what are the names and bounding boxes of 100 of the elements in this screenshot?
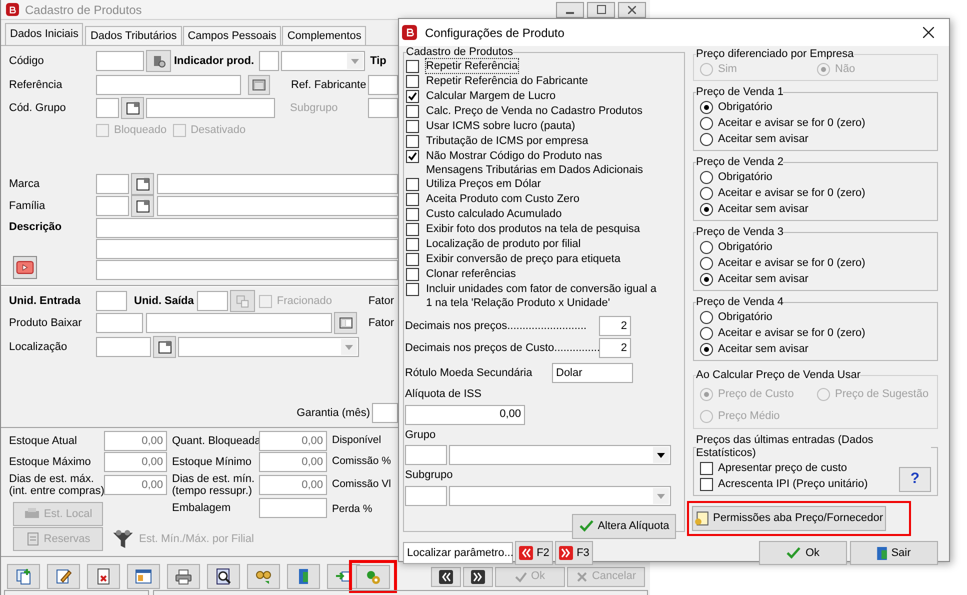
checkbox[interactable] [406, 253, 419, 266]
text-field[interactable] [146, 98, 275, 118]
checkbox[interactable] [406, 90, 419, 103]
text-field[interactable]: 0,00 [104, 475, 167, 495]
checkbox[interactable] [406, 135, 419, 148]
lookup-button[interactable] [153, 336, 176, 358]
text-field[interactable] [196, 291, 228, 311]
checkbox[interactable] [406, 283, 419, 296]
text-field[interactable] [259, 51, 280, 71]
text-field[interactable] [96, 313, 143, 333]
lookup-button[interactable] [131, 195, 154, 217]
toolbar-button[interactable] [167, 564, 200, 589]
text-field[interactable] [96, 196, 129, 216]
radio-button[interactable] [700, 202, 713, 216]
text-field[interactable]: 0,00 [104, 452, 167, 472]
lookup-button[interactable] [121, 97, 144, 119]
radio-button[interactable] [700, 186, 713, 200]
text-field[interactable] [96, 218, 398, 238]
radio-button[interactable] [700, 342, 713, 356]
text-field[interactable] [405, 445, 447, 465]
apply-rate-button[interactable]: Altera Alíquota [572, 514, 676, 538]
minimize-button[interactable] [556, 2, 584, 18]
text-field[interactable]: Dolar [552, 363, 633, 383]
radio-button[interactable] [700, 100, 713, 114]
radio-button[interactable] [700, 256, 713, 270]
text-field[interactable] [372, 403, 398, 423]
dropdown-field[interactable] [449, 445, 671, 465]
text-field[interactable] [96, 98, 119, 118]
text-field[interactable] [96, 174, 129, 194]
checkbox[interactable] [406, 193, 419, 206]
text-field[interactable] [96, 239, 398, 259]
checkbox[interactable] [700, 462, 713, 474]
tab[interactable]: Campos Pessoais [182, 26, 282, 45]
checkbox[interactable] [406, 208, 419, 221]
checkbox[interactable] [406, 75, 419, 88]
checkbox[interactable] [406, 178, 419, 191]
checkbox[interactable] [406, 120, 419, 133]
checkbox[interactable] [406, 150, 419, 163]
toolbar-button[interactable] [87, 564, 120, 589]
radio-button[interactable] [700, 326, 713, 340]
permissions-button[interactable]: Permissões aba Preço/Fornecedor [692, 506, 886, 531]
lookup-button[interactable] [131, 173, 154, 195]
generate-code-button[interactable] [146, 50, 171, 72]
radio-button[interactable] [700, 116, 713, 130]
checkbox[interactable] [406, 223, 419, 236]
tab[interactable]: Dados Tributários [85, 26, 182, 45]
find-previous-button[interactable]: F2 [515, 541, 553, 565]
radio-button[interactable] [700, 132, 713, 146]
previous-button[interactable] [431, 566, 461, 586]
text-field[interactable] [96, 260, 398, 280]
text-field[interactable]: 0,00 [104, 431, 167, 451]
text-field[interactable]: Localizar parâmetro... [403, 542, 513, 564]
radio-button[interactable] [700, 170, 713, 184]
close-button[interactable] [618, 2, 646, 18]
text-field[interactable] [368, 98, 398, 118]
text-field[interactable] [96, 291, 127, 311]
field-label: Unid. Saída [134, 294, 194, 309]
lookup-button[interactable] [334, 312, 357, 334]
toolbar-button[interactable] [47, 564, 80, 589]
radio-button[interactable] [700, 310, 713, 324]
radio-button[interactable] [700, 240, 713, 254]
calendar-button[interactable] [248, 75, 270, 95]
checkbox[interactable] [700, 478, 713, 490]
checkbox[interactable] [406, 268, 419, 281]
text-field[interactable]: 0,00 [259, 475, 327, 495]
settings-button[interactable] [356, 564, 390, 588]
exit-button[interactable]: Sair [850, 541, 938, 565]
help-button[interactable]: ? [899, 467, 931, 492]
radio-button[interactable] [700, 272, 713, 286]
find-next-button[interactable]: F3 [555, 541, 593, 565]
text-field[interactable] [259, 498, 327, 518]
radio-label: Obrigatório [718, 240, 772, 255]
tab[interactable]: Complementos [282, 26, 366, 45]
text-field[interactable]: 0,00 [259, 431, 327, 451]
text-field[interactable] [157, 196, 398, 216]
checkbox-label: Repetir Referência do Fabricante [426, 74, 588, 88]
text-field[interactable] [146, 313, 332, 333]
text-field[interactable]: 0,00 [405, 404, 525, 424]
dropdown-field[interactable] [281, 51, 366, 71]
maximize-button[interactable] [587, 2, 615, 18]
checkbox[interactable] [406, 60, 419, 73]
text-field[interactable]: 2 [599, 338, 631, 358]
text-field[interactable] [96, 75, 241, 95]
text-field[interactable] [405, 486, 447, 506]
radio-label: Aceitar sem avisar [718, 132, 808, 147]
dropdown-field[interactable] [178, 337, 359, 357]
text-field[interactable] [96, 51, 144, 71]
text-field[interactable]: 0,00 [259, 452, 327, 472]
text-field[interactable] [96, 337, 151, 357]
toolbar-button[interactable] [207, 564, 240, 589]
next-button[interactable] [463, 566, 493, 586]
field-label: Disponível [332, 433, 382, 448]
checkbox[interactable] [406, 238, 419, 251]
text-field[interactable] [368, 75, 398, 95]
ok-button[interactable]: Ok [759, 541, 847, 565]
checkbox[interactable] [406, 105, 419, 118]
tab[interactable]: Dados Iniciais [5, 23, 84, 45]
play-button[interactable] [13, 256, 37, 279]
text-field[interactable] [157, 174, 398, 194]
text-field[interactable]: 2 [599, 316, 631, 336]
